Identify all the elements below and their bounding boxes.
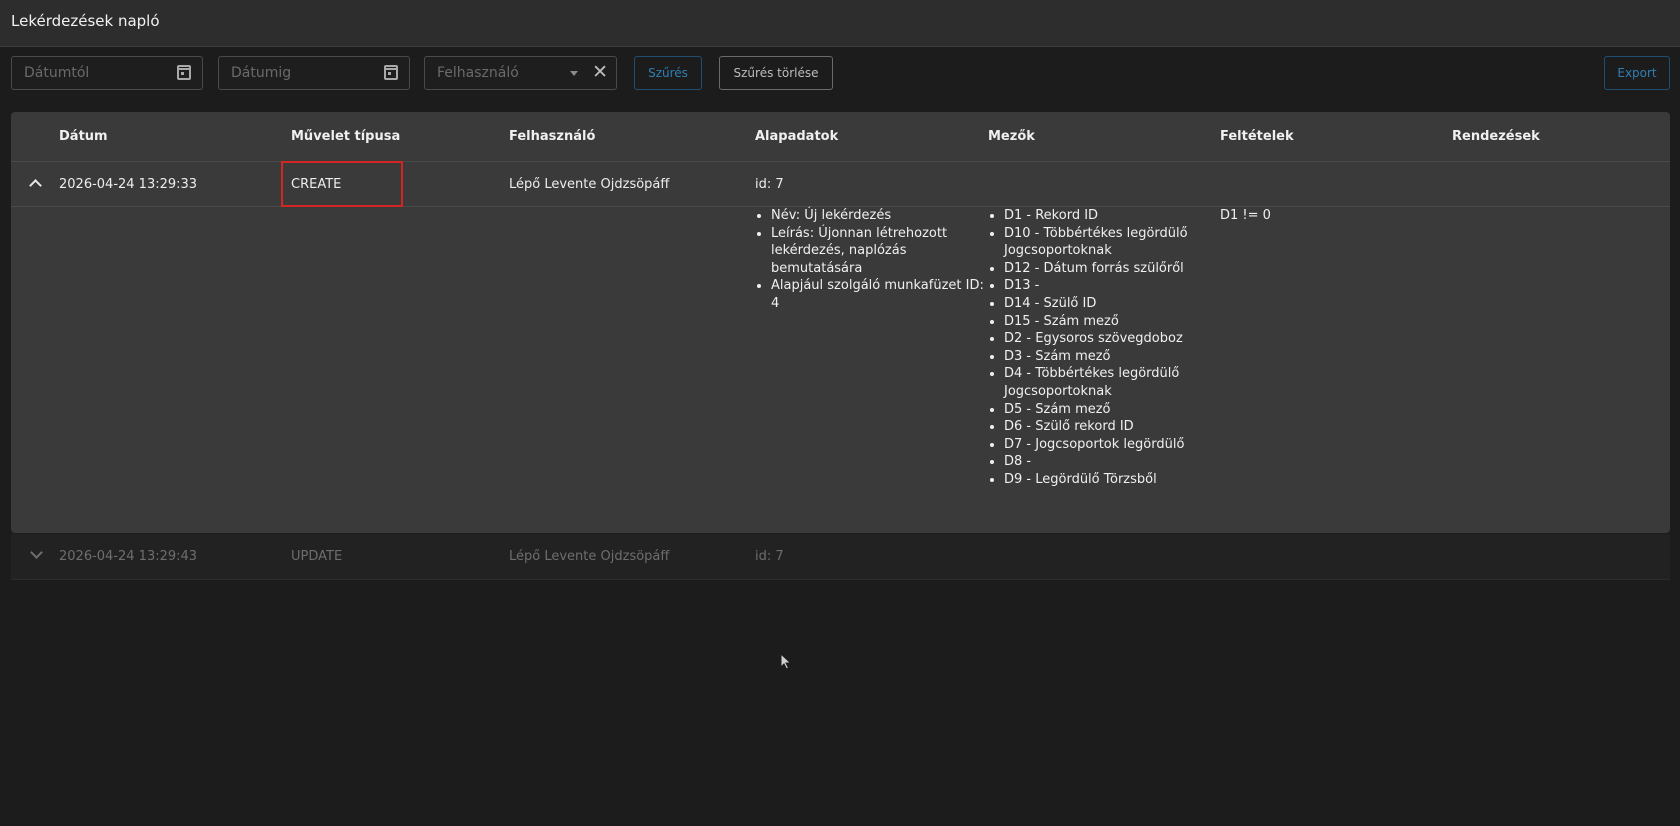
- column-header-operation[interactable]: Művelet típusa: [291, 129, 400, 144]
- list-item: D12 - Dátum forrás szülőről: [1004, 260, 1222, 278]
- base-data-list: Név: Új lekérdezés Leírás: Újonnan létre…: [755, 207, 989, 313]
- list-item: D5 - Szám mező: [1004, 401, 1222, 419]
- row-user: Lépő Levente Ojdzsöpáff: [509, 177, 670, 192]
- export-button[interactable]: Export: [1604, 56, 1670, 90]
- row-detail-panel: Név: Új lekérdezés Leírás: Újonnan létre…: [11, 207, 1670, 533]
- date-from-placeholder: Dátumtól: [24, 65, 90, 81]
- date-from-field[interactable]: Dátumtól: [11, 56, 203, 90]
- table-header: Dátum Művelet típusa Felhasználó Alapada…: [11, 112, 1670, 162]
- list-item: Leírás: Újonnan létrehozott lekérdezés, …: [771, 225, 989, 278]
- clear-filter-button[interactable]: Szűrés törlése: [719, 56, 833, 90]
- filter-button[interactable]: Szűrés: [634, 56, 702, 90]
- row-base-data: id: 7: [755, 177, 784, 192]
- operation-highlight-box: [281, 161, 403, 207]
- row-base-data: id: 7: [755, 549, 784, 564]
- log-table: Dátum Művelet típusa Felhasználó Alapada…: [11, 112, 1670, 533]
- close-icon[interactable]: ✕: [592, 61, 608, 83]
- list-item: D3 - Szám mező: [1004, 348, 1222, 366]
- filter-toolbar: Dátumtól Dátumig Felhasználó ✕ Szűrés Sz…: [0, 47, 1680, 107]
- list-item: D7 - Jogcsoportok legördülő: [1004, 436, 1222, 454]
- row-operation: UPDATE: [291, 549, 343, 564]
- row-date: 2026-04-24 13:29:43: [59, 549, 198, 564]
- calendar-icon[interactable]: [384, 65, 398, 80]
- list-item: D8 -: [1004, 453, 1222, 471]
- column-header-date[interactable]: Dátum: [59, 129, 108, 144]
- column-header-fields[interactable]: Mezők: [988, 129, 1035, 144]
- table-row[interactable]: 2026-04-24 13:29:43 UPDATE Lépő Levente …: [11, 534, 1670, 580]
- user-select-placeholder: Felhasználó: [437, 65, 519, 81]
- date-to-field[interactable]: Dátumig: [218, 56, 410, 90]
- calendar-icon[interactable]: [177, 65, 191, 80]
- list-item: Alapjául szolgáló munkafüzet ID: 4: [771, 277, 989, 312]
- chevron-up-icon[interactable]: [29, 179, 42, 192]
- list-item: Név: Új lekérdezés: [771, 207, 989, 225]
- list-item: D10 - Többértékes legördülő Jogcsoportok…: [1004, 225, 1222, 260]
- list-item: D9 - Legördülő Törzsből: [1004, 471, 1222, 489]
- user-select[interactable]: Felhasználó ✕: [424, 56, 617, 90]
- title-bar: Lekérdezések napló: [0, 0, 1680, 47]
- chevron-down-icon[interactable]: [30, 546, 43, 559]
- list-item: D1 - Rekord ID: [1004, 207, 1222, 225]
- list-item: D13 -: [1004, 277, 1222, 295]
- list-item: D15 - Szám mező: [1004, 313, 1222, 331]
- conditions-text: D1 != 0: [1220, 208, 1271, 223]
- column-header-sorting[interactable]: Rendezések: [1452, 129, 1540, 144]
- row-user: Lépő Levente Ojdzsöpáff: [509, 549, 670, 564]
- list-item: D4 - Többértékes legördülő Jogcsoportokn…: [1004, 365, 1222, 400]
- list-item: D6 - Szülő rekord ID: [1004, 418, 1222, 436]
- column-header-base-data[interactable]: Alapadatok: [755, 129, 838, 144]
- table-row[interactable]: 2026-04-24 13:29:33 CREATE Lépő Levente …: [11, 161, 1670, 207]
- column-header-conditions[interactable]: Feltételek: [1220, 129, 1294, 144]
- page-title: Lekérdezések napló: [11, 12, 160, 30]
- chevron-down-icon[interactable]: [570, 71, 578, 76]
- column-header-user[interactable]: Felhasználó: [509, 129, 595, 144]
- list-item: D14 - Szülő ID: [1004, 295, 1222, 313]
- row-date: 2026-04-24 13:29:33: [59, 177, 198, 192]
- list-item: D2 - Egysoros szövegdoboz: [1004, 330, 1222, 348]
- fields-list: D1 - Rekord ID D10 - Többértékes legördü…: [988, 207, 1222, 489]
- date-to-placeholder: Dátumig: [231, 65, 292, 81]
